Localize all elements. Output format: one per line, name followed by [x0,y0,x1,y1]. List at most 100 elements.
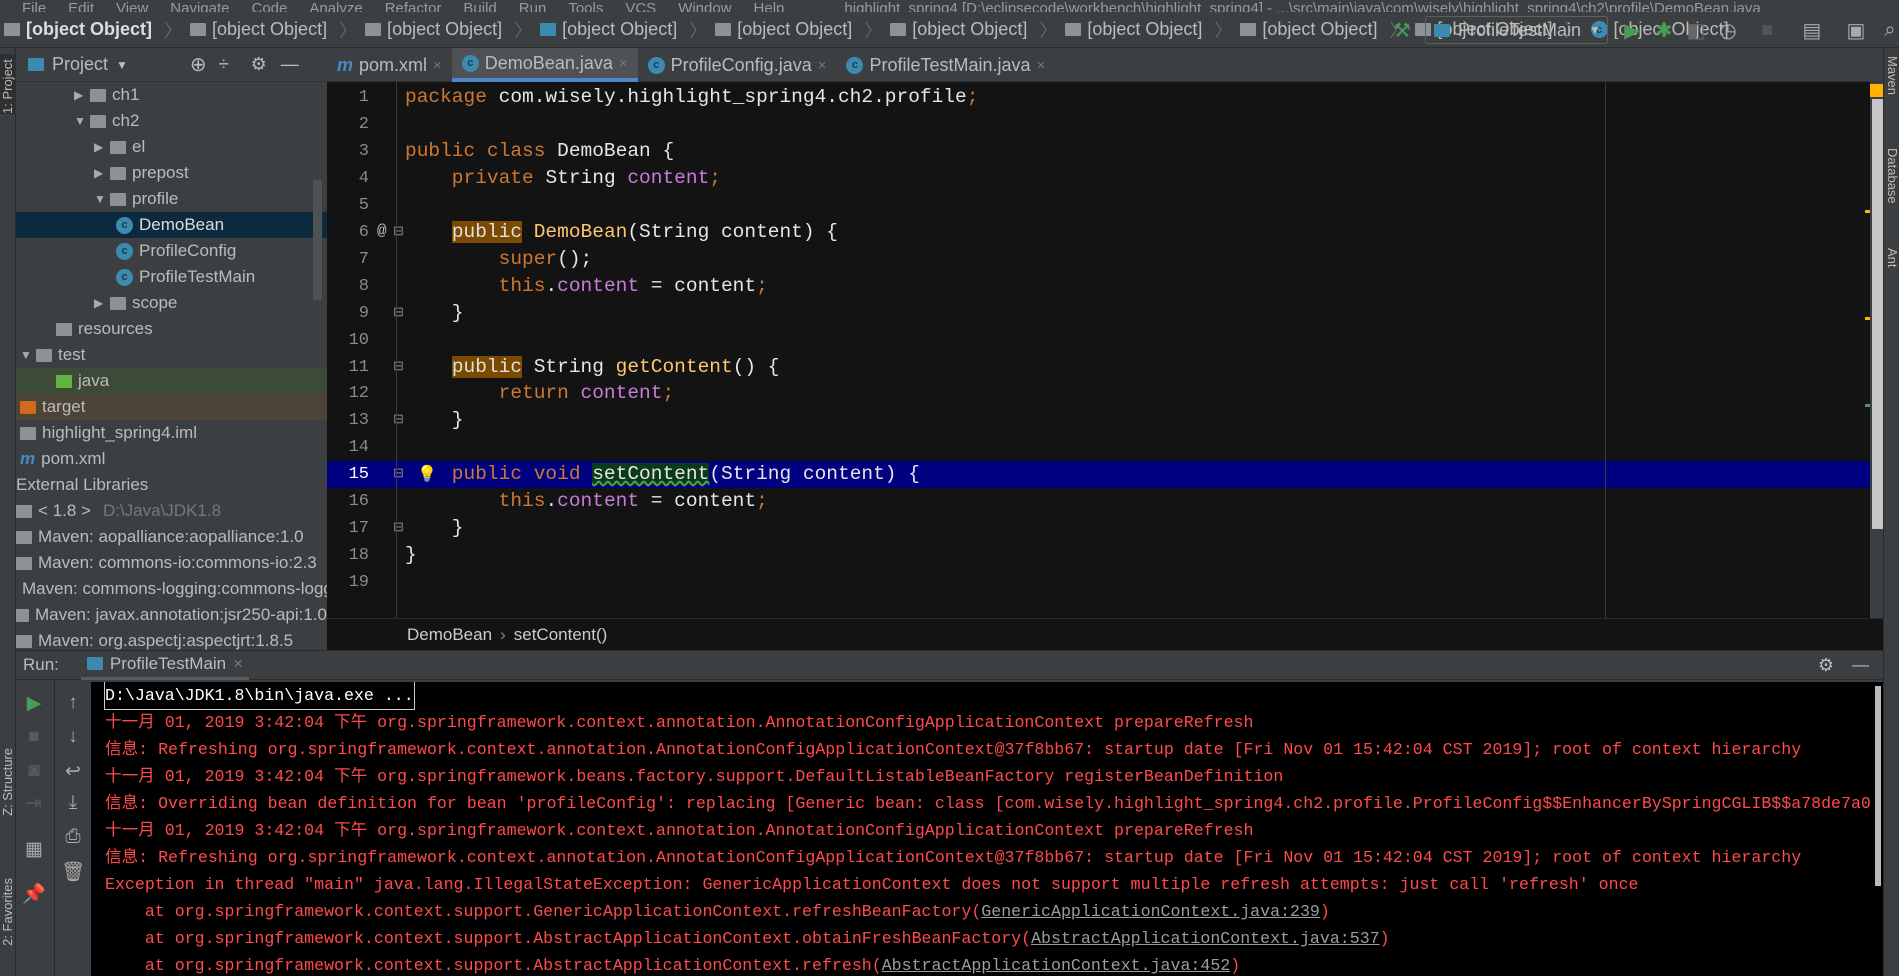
code-line[interactable]: 12 return content; [327,380,1870,407]
gear-icon[interactable]: ⚙ [251,54,267,75]
fold-marker-icon[interactable]: ⊟ [393,305,404,320]
breadcrumb-item[interactable]: [object Object] 〉 [361,17,536,43]
code-line[interactable]: 7 super(); [327,246,1870,273]
collapse-all-icon[interactable]: ÷ [219,54,229,75]
tree-item[interactable]: c ProfileTestMain [16,264,327,290]
menu-item[interactable]: Refactor [385,0,442,12]
project-tool-tab[interactable]: 1: Project [0,54,16,114]
menu-item[interactable]: Help [754,0,785,12]
fold-marker-icon[interactable]: ⊟ [393,466,404,481]
breadcrumb-item[interactable]: [object Object] 〉 [0,17,186,43]
tree-item[interactable]: < 1.8 > D:\Java\JDK1.8 [16,498,327,524]
console-scrollbar[interactable] [1875,686,1881,886]
intention-bulb-icon[interactable]: 💡 [417,464,437,484]
code-line[interactable]: 13 } [327,407,1870,434]
tree-item[interactable]: target [16,394,327,420]
exit-icon[interactable]: ⇥ [16,792,52,815]
code-line[interactable]: 15 public void setContent(String content… [327,461,1870,489]
rerun-icon[interactable]: ▶ [16,692,52,715]
breadcrumb-class[interactable]: DemoBean [407,625,492,645]
tree-item[interactable]: highlight_spring4.iml [16,420,327,446]
tree-item[interactable]: resources [16,316,327,342]
favorites-tool-tab[interactable]: 2: Favorites [0,878,16,946]
stacktrace-link[interactable]: AbstractApplicationContext.java:452 [882,956,1231,975]
code-line[interactable]: 16 this.content = content; [327,488,1870,515]
code-line[interactable]: 17 } [327,515,1870,542]
tree-item[interactable]: Maven: commons-logging:commons-logging:1… [16,576,327,602]
search-icon[interactable]: ⌕ [1878,18,1899,42]
tree-item[interactable]: java [16,368,327,394]
code-line[interactable]: 6 public DemoBean(String content) { [327,219,1870,246]
code-line[interactable]: 14 [327,434,1870,461]
run-console[interactable]: D:\Java\JDK1.8\bin\java.exe ... 十一月 01, 2… [91,682,1883,976]
arrow-up-icon[interactable]: ↑ [55,692,91,714]
close-icon[interactable]: × [619,55,628,72]
tree-item[interactable]: ▶ ch1 [16,82,327,108]
code-line[interactable]: 18} [327,542,1870,569]
ant-tool-tab[interactable]: Ant [1885,248,1899,268]
trash-icon[interactable]: 🗑 [55,860,91,884]
run-configuration-dropdown[interactable]: ProfileTestMain ▼ [1425,16,1608,44]
code-line[interactable]: 11 public String getContent() { [327,354,1870,381]
structure-tool-tab[interactable]: Z: Structure [0,748,16,816]
tree-item[interactable]: Maven: javax.annotation:jsr250-api:1.0 [16,602,327,628]
tree-item[interactable]: m pom.xml [16,446,327,472]
run-button[interactable]: ▶ [1620,18,1644,42]
maven-tool-tab[interactable]: Maven [1885,56,1899,95]
collapsed-arrow-icon[interactable]: ▶ [94,166,104,180]
code-line[interactable]: 9 } [327,300,1870,327]
tree-item[interactable]: Maven: commons-io:commons-io:2.3 [16,550,327,576]
database-tool-tab[interactable]: Database [1885,148,1899,204]
run-tab[interactable]: ProfileTestMain × [80,650,250,680]
code-line[interactable]: 2 [327,111,1870,138]
menu-item[interactable]: VCS [625,0,656,12]
camera-icon[interactable]: ◙ [16,760,52,782]
warning-marker[interactable] [1865,317,1870,320]
soft-wrap-icon[interactable]: ↩ [55,760,91,783]
menu-item[interactable]: Code [251,0,287,12]
menu-item[interactable]: File [22,0,46,12]
fold-marker-icon[interactable]: ⊟ [393,520,404,535]
menu-item[interactable]: Tools [568,0,603,12]
fold-marker-icon[interactable]: ⊟ [393,224,404,239]
warning-marker[interactable] [1865,210,1870,213]
override-marker-icon[interactable]: @ [377,222,387,240]
code-line[interactable]: 3 public class DemoBean { [327,138,1870,165]
code-line[interactable]: 8 this.content = content; [327,273,1870,300]
close-icon[interactable]: × [818,57,827,74]
tree-item[interactable]: ▼ ch2 [16,108,327,134]
code-line[interactable]: 1 package com.wisely.highlight_spring4.ch… [327,84,1870,111]
gear-icon[interactable]: ⚙ [1818,655,1834,676]
editor-scrollbar[interactable] [1872,99,1883,529]
tree-item[interactable]: ▼ profile [16,186,327,212]
collapsed-arrow-icon[interactable]: ▶ [94,140,104,154]
close-icon[interactable]: × [433,57,442,74]
menu-item[interactable]: Edit [68,0,94,12]
tree-item[interactable]: ▶ el [16,134,327,160]
collapsed-arrow-icon[interactable]: ▶ [74,88,84,102]
breadcrumb-item[interactable]: [object Object] 〉 [1236,17,1411,43]
menu-item[interactable]: Run [519,0,547,12]
print-icon[interactable]: ⎙ [55,826,91,848]
tree-item[interactable]: Maven: org.aspectj:aspectjrt:1.8.5 [16,628,327,652]
stop-button[interactable]: ■ [1755,18,1779,42]
tree-item[interactable]: ▶ scope [16,290,327,316]
collapsed-arrow-icon[interactable]: ▶ [94,296,104,310]
expanded-arrow-icon[interactable]: ▼ [74,114,86,128]
code-line[interactable]: 5 [327,192,1870,219]
breadcrumb-item[interactable]: [object Object] 〉 [186,17,361,43]
chevron-down-icon[interactable]: ▼ [116,58,128,72]
tab-demobean-java[interactable]: c DemoBean.java × [451,48,638,82]
tree-item[interactable]: ▶ prepost [16,160,327,186]
inspection-warning-icon[interactable] [1870,84,1883,97]
tree-item[interactable]: External Libraries [16,472,327,498]
project-structure-icon[interactable]: ▤ [1800,18,1824,42]
project-tree-scrollbar[interactable] [313,180,322,300]
tab-profiletestmain-java[interactable]: c ProfileTestMain.java × [836,48,1055,82]
profile-icon[interactable]: ◷ [1716,18,1740,42]
change-marker[interactable] [1865,404,1870,407]
expanded-arrow-icon[interactable]: ▼ [94,192,106,206]
tab-pom-xml[interactable]: m pom.xml × [327,48,452,82]
hide-icon[interactable]: — [1852,655,1869,675]
code-line[interactable]: 19 [327,569,1870,596]
